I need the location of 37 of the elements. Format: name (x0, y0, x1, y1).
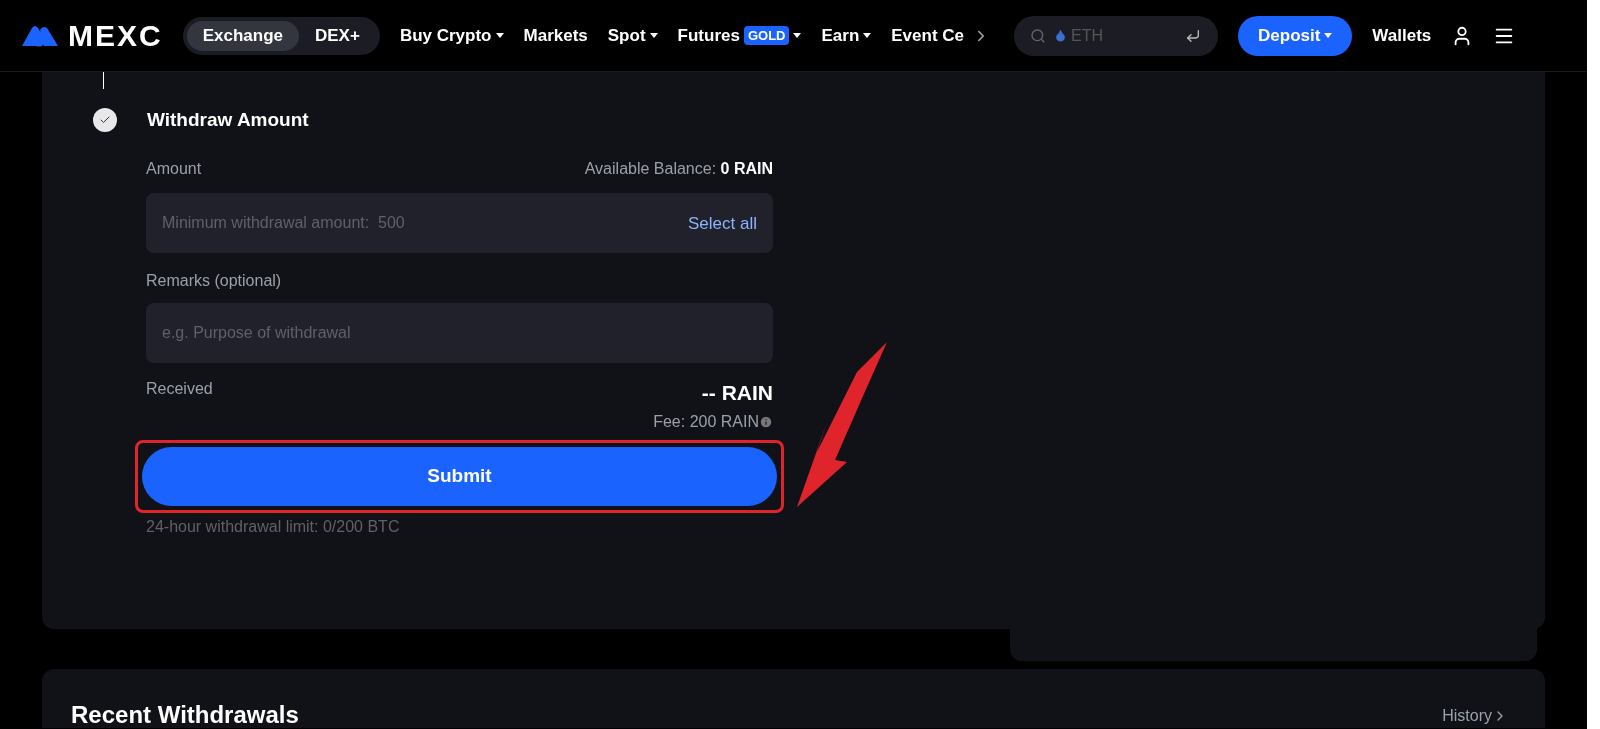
step-title: Withdraw Amount (147, 108, 309, 132)
caret-icon (495, 33, 504, 38)
nav-link[interactable]: Spot (607, 22, 658, 49)
wallets-link[interactable]: Wallets (1372, 22, 1432, 49)
mode-tab[interactable]: DEX+ (299, 20, 376, 51)
nav-link[interactable]: Event Ce (891, 22, 964, 49)
mode-tab[interactable]: Exchange (186, 20, 299, 51)
nav-link[interactable]: Futures GOLD (677, 22, 802, 49)
remarks-field[interactable]: e.g. Purpose of withdrawal (146, 302, 773, 363)
caret-icon (1324, 33, 1333, 38)
tier-badge: GOLD (743, 25, 790, 46)
fee-text: Fee: 200 RAIN (653, 412, 759, 432)
search-icon (1030, 27, 1046, 44)
remarks-label: Remarks (optional) (146, 270, 283, 291)
history-link[interactable]: History (1442, 704, 1508, 728)
select-all-link[interactable]: Select all (688, 210, 757, 236)
nav-link[interactable]: Earn (821, 22, 872, 49)
drop-icon (1054, 29, 1067, 42)
deposit-button[interactable]: Deposit (1238, 15, 1353, 56)
caret-icon (863, 33, 872, 38)
received-label: Received (146, 378, 213, 399)
logo-icon (20, 23, 60, 48)
section-title: Recent Withdrawals (71, 702, 299, 728)
caret-icon (649, 33, 658, 38)
received-value: -- RAIN (701, 379, 773, 406)
available-balance: Available Balance: 0 RAIN (584, 158, 773, 179)
enter-icon (1185, 27, 1201, 44)
caret-icon (793, 33, 802, 38)
nav-link[interactable]: Buy Crypto (399, 22, 504, 49)
submit-button[interactable]: Submit (142, 447, 777, 506)
logo-text: MEXC (68, 18, 163, 54)
search-bar[interactable]: ETH (1014, 15, 1218, 56)
search-field[interactable]: ETH (1071, 23, 1181, 48)
withdrawal-limit: 24-hour withdrawal limit: 0/200 BTC (146, 517, 401, 537)
nav-link[interactable]: Markets (523, 22, 588, 49)
info-icon[interactable] (759, 415, 773, 429)
amount-label: Amount (146, 158, 202, 179)
